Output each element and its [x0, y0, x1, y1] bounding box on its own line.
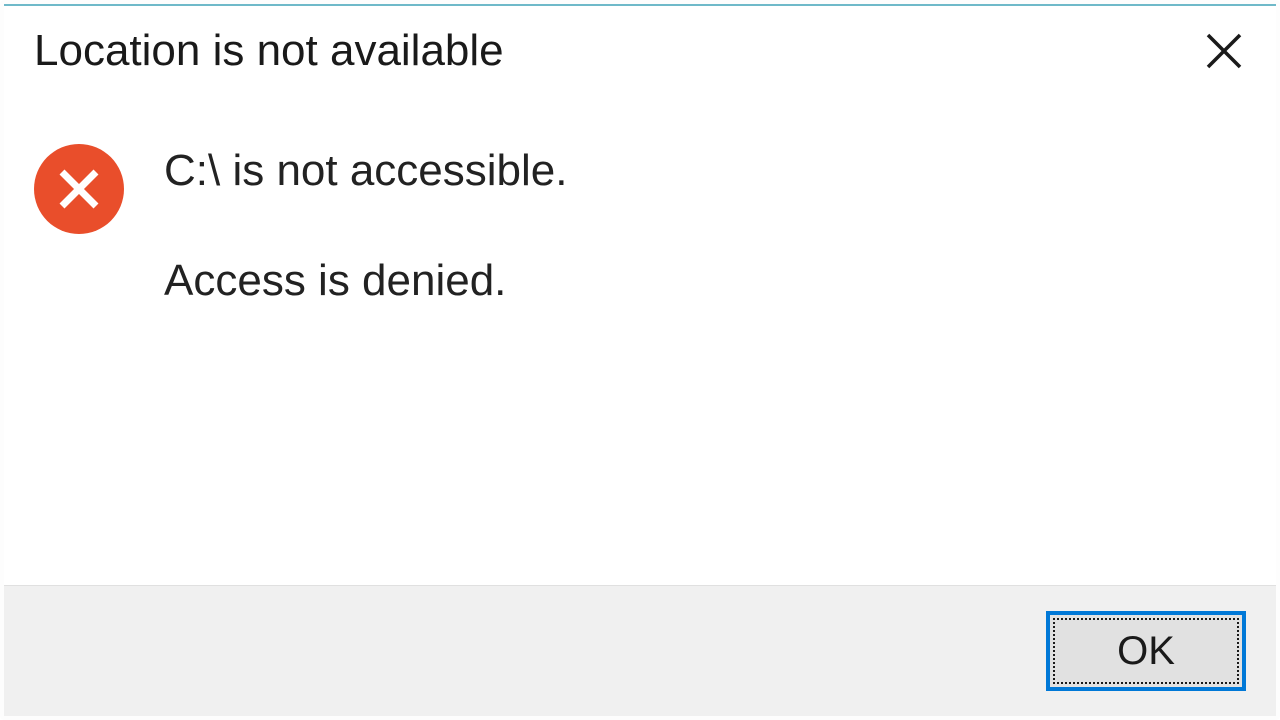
title-bar: Location is not available [4, 4, 1276, 106]
message-line-2: Access is denied. [164, 256, 568, 306]
dialog-message: C:\ is not accessible. Access is denied. [164, 136, 568, 306]
dialog-content: C:\ is not accessible. Access is denied. [4, 106, 1276, 585]
dialog-window: Location is not available C:\ is not acc… [0, 0, 1280, 720]
close-icon[interactable] [1202, 29, 1246, 73]
error-circle-x-icon [34, 144, 124, 234]
ok-button[interactable]: OK [1046, 611, 1246, 691]
dialog-button-bar: OK [4, 585, 1276, 716]
message-line-1: C:\ is not accessible. [164, 146, 568, 196]
dialog-title: Location is not available [34, 26, 504, 76]
